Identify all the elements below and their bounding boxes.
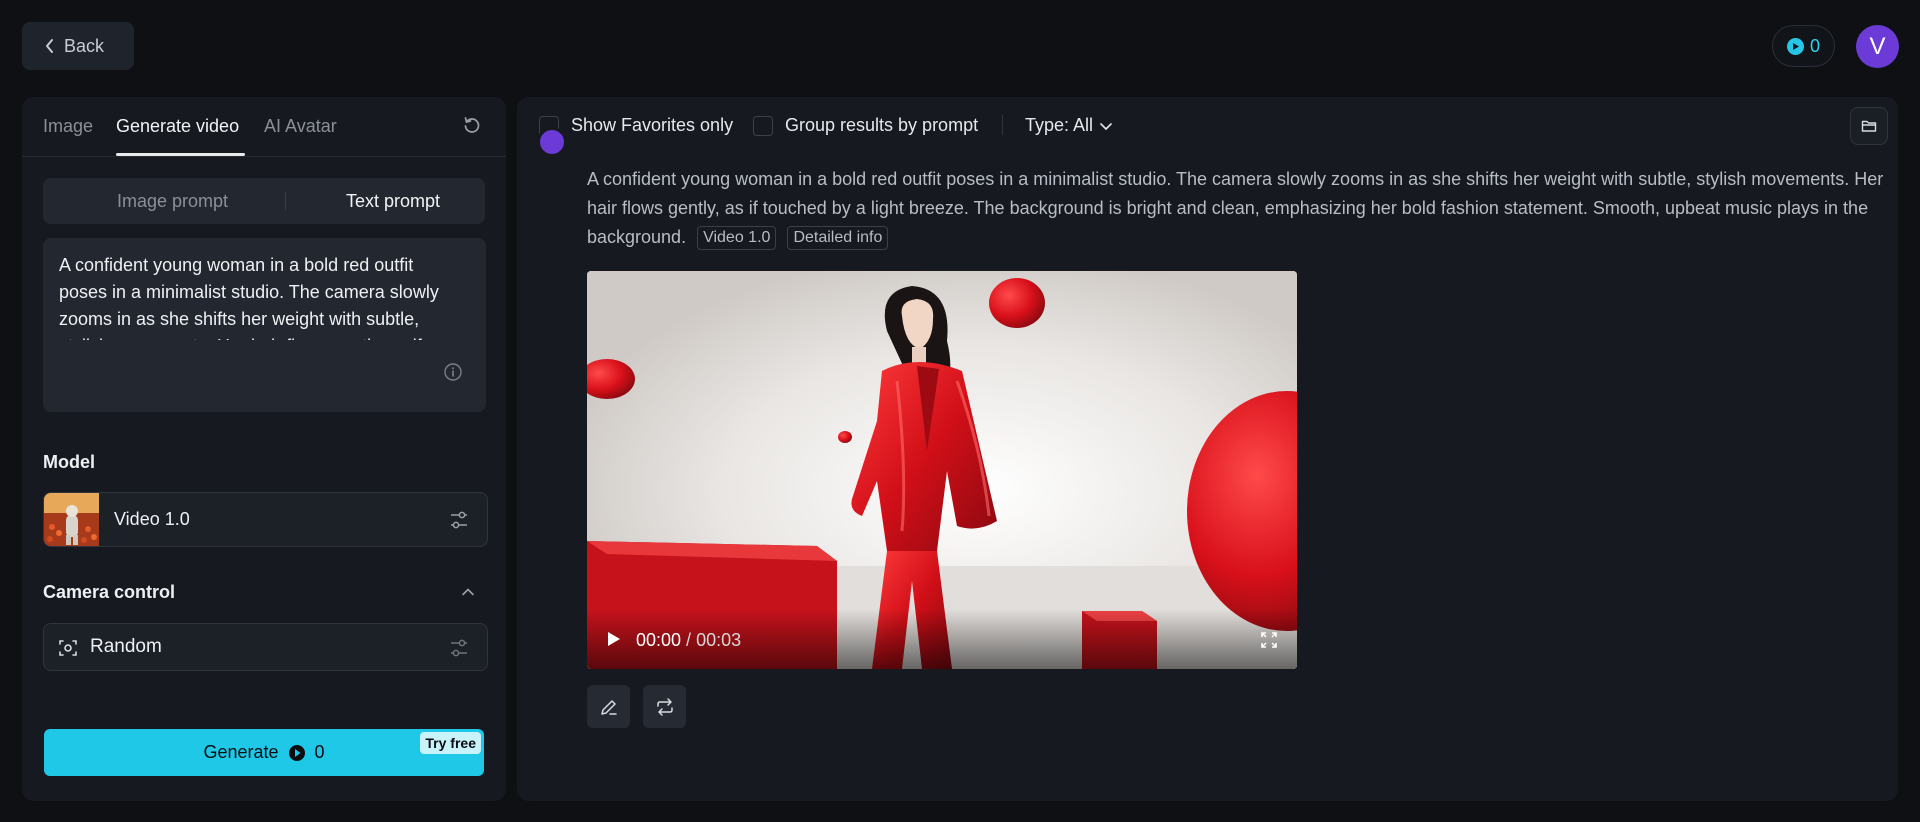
reset-icon[interactable] — [462, 115, 482, 135]
model-name: Video 1.0 — [114, 509, 190, 529]
video-controls: 00:00 / 00:03 — [587, 609, 1297, 669]
model-tag: Video 1.0 — [697, 226, 777, 250]
tab-image[interactable]: Image — [43, 116, 93, 137]
credit-coin-icon — [1786, 37, 1804, 55]
group-checkbox[interactable] — [753, 116, 773, 136]
type-dropdown-label: Type: All — [1025, 115, 1094, 135]
toggle-divider — [285, 192, 286, 210]
back-button[interactable]: Back — [22, 22, 134, 70]
credit-coin-icon — [288, 744, 305, 761]
model-label: Model — [43, 452, 95, 472]
folder-icon — [1861, 120, 1877, 132]
play-icon[interactable] — [605, 630, 623, 648]
model-selector[interactable]: Video 1.0 — [43, 492, 488, 547]
regenerate-button[interactable] — [643, 685, 686, 728]
back-label: Back — [64, 35, 105, 56]
detailed-info-button[interactable]: Detailed info — [787, 226, 889, 250]
chevron-left-icon — [46, 39, 53, 53]
info-icon[interactable] — [443, 362, 463, 382]
prompt-mode-toggle: Image prompt Text prompt — [43, 178, 485, 224]
favorites-filter-label[interactable]: Show Favorites only — [571, 115, 733, 136]
folder-button[interactable] — [1850, 107, 1888, 145]
text-prompt-toggle[interactable]: Text prompt — [346, 191, 440, 212]
sliders-icon[interactable] — [448, 509, 470, 531]
prompt-textarea[interactable]: A confident young woman in a bold red ou… — [43, 238, 486, 412]
credits-badge[interactable]: 0 — [1772, 25, 1835, 67]
group-filter-label[interactable]: Group results by prompt — [785, 115, 978, 136]
avatar-initial: V — [1869, 32, 1886, 60]
sliders-icon[interactable] — [448, 637, 470, 659]
camera-control-value: Random — [90, 636, 162, 657]
generation-settings-panel: Image Generate video AI Avatar Image pro… — [22, 97, 506, 801]
edit-button[interactable] — [587, 685, 630, 728]
mode-tabs: Image Generate video AI Avatar — [22, 97, 506, 157]
chevron-up-icon[interactable] — [460, 585, 476, 599]
generate-cost: 0 — [314, 742, 325, 762]
generate-label: Generate — [203, 742, 279, 762]
type-dropdown[interactable]: Type: All — [1025, 115, 1113, 136]
image-prompt-toggle[interactable]: Image prompt — [117, 191, 228, 212]
result-prompt-text: A confident young woman in a bold red ou… — [587, 169, 1884, 247]
tab-generate-video[interactable]: Generate video — [116, 116, 239, 137]
results-panel: Show Favorites only Group results by pro… — [517, 97, 1898, 801]
prompt-text[interactable]: A confident young woman in a bold red ou… — [59, 252, 459, 340]
camera-control-label: Camera control — [43, 582, 176, 602]
video-player[interactable]: 00:00 / 00:03 — [587, 271, 1297, 669]
repeat-icon — [656, 697, 673, 716]
pencil-icon — [600, 699, 617, 715]
video-duration: 00:03 — [696, 630, 742, 650]
result-author-avatar — [537, 127, 567, 157]
camera-focus-icon — [59, 640, 77, 656]
camera-control-selector[interactable]: Random — [43, 623, 488, 671]
fullscreen-icon[interactable] — [1260, 631, 1278, 649]
user-avatar[interactable]: V — [1856, 25, 1899, 68]
model-thumbnail — [44, 493, 99, 546]
video-time-separator: / — [681, 630, 697, 650]
video-current-time: 00:00 — [636, 630, 682, 650]
chevron-down-icon — [1100, 122, 1112, 130]
video-time: 00:00 / 00:03 — [636, 630, 741, 651]
active-tab-indicator — [116, 153, 245, 156]
credits-count: 0 — [1809, 35, 1820, 56]
generate-button[interactable]: Generate 0 Try free — [44, 729, 484, 776]
result-caption: A confident young woman in a bold red ou… — [587, 165, 1887, 252]
filter-divider — [1002, 115, 1003, 135]
try-free-badge: Try free — [420, 732, 481, 754]
tab-ai-avatar[interactable]: AI Avatar — [264, 116, 337, 137]
